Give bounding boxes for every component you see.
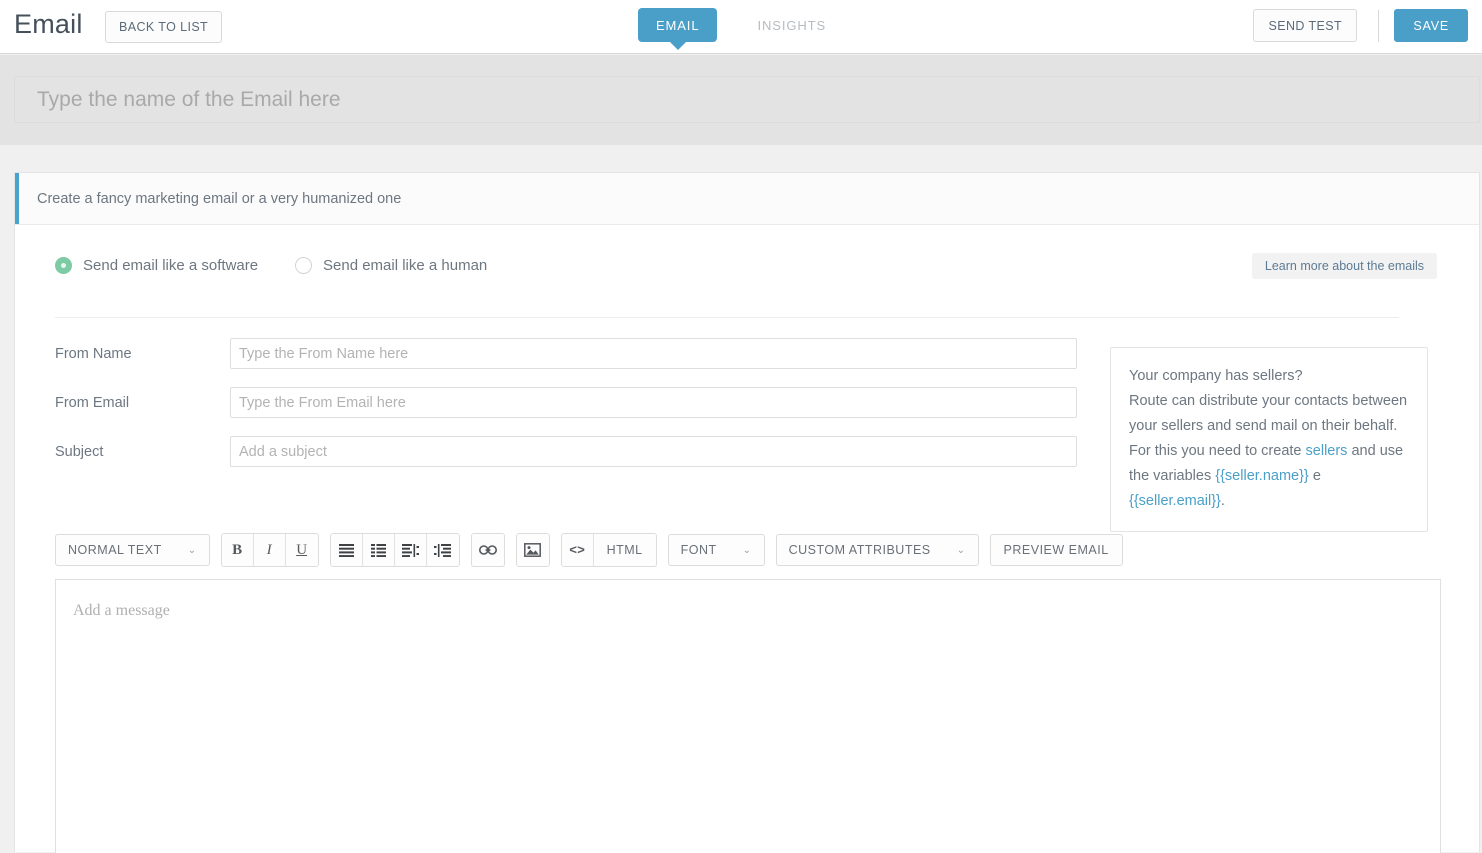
editor-toolbar: NORMAL TEXT ⌄ B I U <> HTML FONT ⌄ CUSTO… bbox=[55, 533, 1123, 567]
font-select[interactable]: FONT ⌄ bbox=[667, 534, 765, 566]
seller-email-variable-link[interactable]: {{seller.email}} bbox=[1129, 493, 1221, 509]
send-mode-row: Send email like a software Send email li… bbox=[15, 225, 1479, 310]
bullet-list-icon bbox=[338, 543, 354, 557]
outdent-icon bbox=[401, 543, 419, 557]
insert-link-button[interactable] bbox=[471, 534, 504, 566]
preview-email-button[interactable]: PREVIEW EMAIL bbox=[989, 534, 1123, 566]
sellers-info-box: Your company has sellers? Route can dist… bbox=[1110, 347, 1428, 532]
image-icon bbox=[524, 543, 542, 557]
page-title: Email bbox=[14, 9, 83, 39]
list-indent-group bbox=[329, 533, 460, 567]
html-button[interactable]: HTML bbox=[593, 534, 656, 566]
message-editor-placeholder: Add a message bbox=[73, 602, 170, 619]
source-code-button[interactable]: <> bbox=[561, 534, 594, 566]
radio-label-software: Send email like a software bbox=[83, 257, 259, 274]
header-divider bbox=[1378, 10, 1379, 42]
link-group bbox=[470, 533, 505, 567]
tab-email[interactable]: EMAIL bbox=[637, 8, 718, 42]
email-name-input[interactable] bbox=[14, 76, 1480, 123]
sellers-period: . bbox=[1220, 493, 1225, 509]
sellers-conjunction: e bbox=[1312, 468, 1321, 484]
section-divider bbox=[55, 317, 1399, 318]
from-email-input[interactable] bbox=[230, 387, 1077, 418]
info-banner: Create a fancy marketing email or a very… bbox=[15, 173, 1479, 225]
back-to-list-button[interactable]: BACK TO LIST bbox=[105, 11, 223, 43]
image-group bbox=[515, 533, 550, 567]
radio-send-like-human[interactable]: Send email like a human bbox=[295, 257, 487, 274]
sellers-line1: Your company has sellers? bbox=[1129, 368, 1303, 384]
chevron-down-icon: ⌄ bbox=[742, 544, 752, 556]
info-banner-text: Create a fancy marketing email or a very… bbox=[37, 190, 402, 207]
seller-name-variable-link[interactable]: {{seller.name}} bbox=[1215, 468, 1309, 484]
outdent-button[interactable] bbox=[394, 534, 427, 566]
email-settings-panel: Create a fancy marketing email or a very… bbox=[14, 172, 1480, 853]
numbered-list-icon bbox=[370, 543, 386, 557]
from-name-input[interactable] bbox=[230, 338, 1077, 369]
bold-button[interactable]: B bbox=[221, 534, 254, 566]
radio-unselected-icon bbox=[295, 257, 312, 274]
send-test-button[interactable]: SEND TEST bbox=[1253, 9, 1357, 42]
italic-button[interactable]: I bbox=[253, 534, 286, 566]
custom-attributes-value: CUSTOM ATTRIBUTES bbox=[788, 543, 931, 557]
link-icon bbox=[478, 544, 497, 556]
radio-label-human: Send email like a human bbox=[323, 257, 488, 274]
insert-image-button[interactable] bbox=[516, 534, 549, 566]
subject-input[interactable] bbox=[230, 436, 1077, 467]
tab-insights[interactable]: INSIGHTS bbox=[739, 8, 844, 42]
sellers-link[interactable]: sellers bbox=[1306, 443, 1348, 459]
radio-selected-icon bbox=[55, 257, 72, 274]
label-from-name: From Name bbox=[55, 346, 132, 362]
label-from-email: From Email bbox=[55, 395, 130, 411]
message-editor[interactable]: Add a message bbox=[55, 579, 1441, 853]
underline-button[interactable]: U bbox=[285, 534, 318, 566]
bullet-list-button[interactable] bbox=[330, 534, 363, 566]
email-name-band bbox=[0, 55, 1482, 145]
radio-send-like-software[interactable]: Send email like a software bbox=[55, 257, 258, 274]
indent-icon bbox=[434, 543, 452, 557]
chevron-down-icon: ⌄ bbox=[956, 544, 966, 556]
label-subject: Subject bbox=[55, 444, 104, 460]
indent-button[interactable] bbox=[426, 534, 459, 566]
font-select-value: FONT bbox=[680, 543, 717, 557]
top-bar: Email BACK TO LIST EMAIL INSIGHTS SEND T… bbox=[0, 0, 1482, 54]
text-style-select-value: NORMAL TEXT bbox=[68, 543, 162, 557]
text-style-select[interactable]: NORMAL TEXT ⌄ bbox=[55, 534, 210, 566]
custom-attributes-select[interactable]: CUSTOM ATTRIBUTES ⌄ bbox=[775, 534, 979, 566]
learn-more-button[interactable]: Learn more about the emails bbox=[1251, 253, 1437, 279]
chevron-down-icon: ⌄ bbox=[187, 544, 197, 556]
text-format-group: B I U bbox=[220, 533, 319, 567]
numbered-list-button[interactable] bbox=[362, 534, 395, 566]
code-html-group: <> HTML bbox=[560, 533, 657, 567]
save-button[interactable]: SAVE bbox=[1394, 9, 1468, 42]
